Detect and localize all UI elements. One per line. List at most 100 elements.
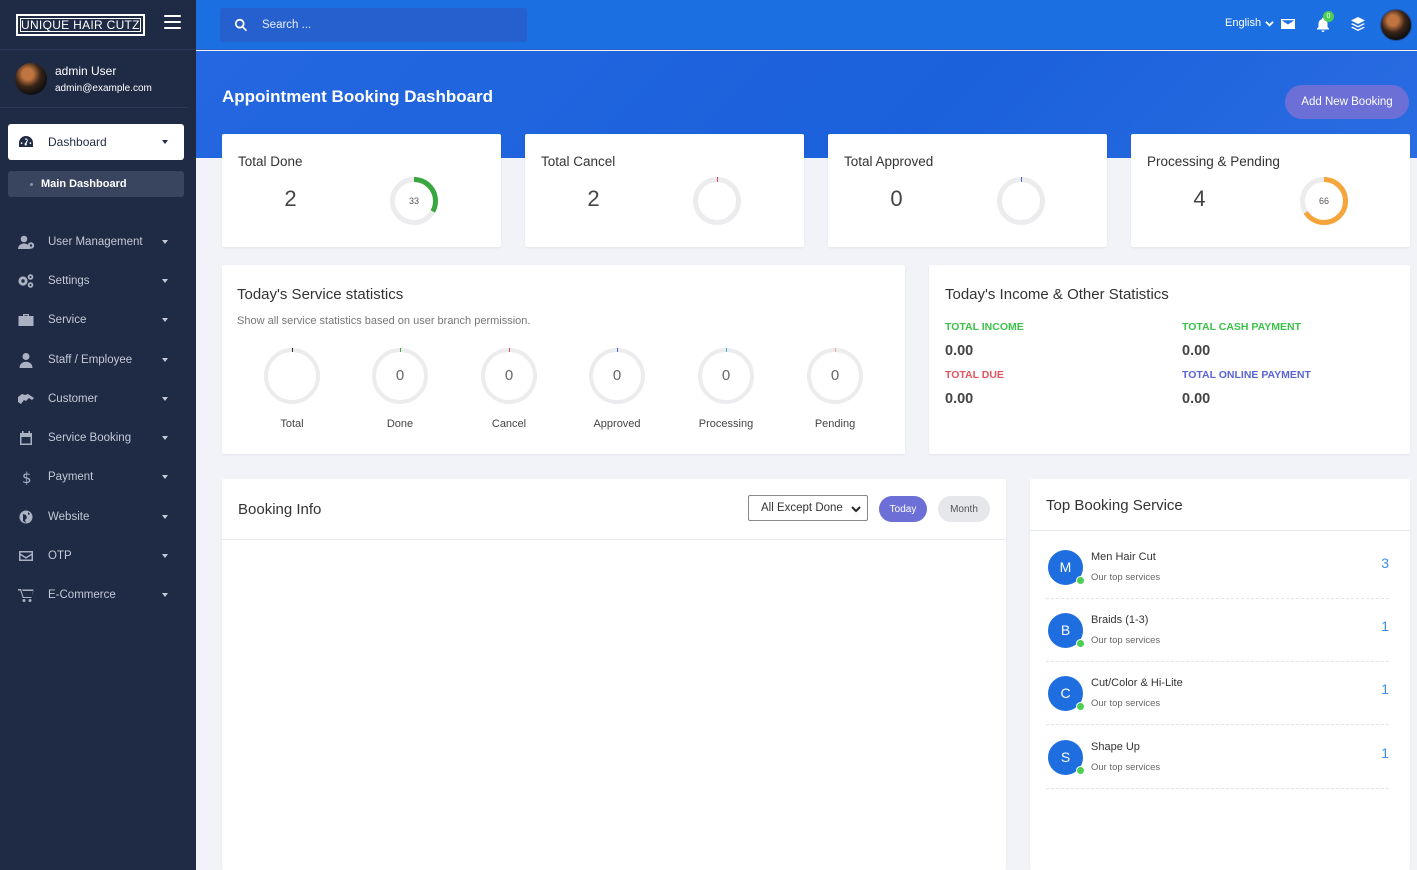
sidebar-item-label: OTP: [48, 550, 72, 563]
add-new-booking-button[interactable]: Add New Booking: [1285, 85, 1409, 119]
booking-filter-value: All Except Done: [761, 502, 843, 514]
sidebar-item-label: Staff / Employee: [48, 353, 133, 366]
mini-ring-value: 0: [612, 367, 622, 384]
sidebar-item-label: Settings: [48, 274, 90, 287]
service-statistics-subtitle: Show all service statistics based on use…: [237, 315, 531, 327]
mail-icon[interactable]: [1280, 16, 1296, 32]
booking-filter-select[interactable]: All Except Done: [748, 495, 868, 521]
sidebar-item-staff-employee[interactable]: Staff / Employee: [0, 340, 196, 379]
sidebar-subitem-label: Main Dashboard: [41, 178, 127, 190]
sidebar-item-service[interactable]: Service: [0, 301, 196, 340]
language-label: English: [1225, 17, 1262, 29]
chevron-down-icon: [162, 239, 168, 244]
chevron-down-icon: [162, 318, 168, 323]
stat-value: 2: [284, 186, 297, 211]
progress-ring-graphic: [264, 348, 320, 404]
total-online-label: TOTAL ONLINE PAYMENT: [1182, 369, 1311, 381]
sidebar-item-website[interactable]: Website: [0, 497, 196, 536]
service-subtitle: Our top services: [1091, 635, 1161, 646]
ring-track: [997, 177, 1045, 225]
mini-ring: 0: [372, 348, 428, 404]
mini-ring-label: Pending: [814, 418, 856, 430]
sidebar-item-user-management[interactable]: User Management: [0, 222, 196, 261]
sidebar-item-label: Service: [48, 314, 87, 327]
chevron-down-icon: [162, 278, 168, 283]
sidebar-item-otp[interactable]: OTP: [0, 536, 196, 575]
list-item[interactable]: M Men Hair Cut Our top services 3: [1046, 536, 1389, 599]
online-status-dot: [1076, 576, 1085, 585]
chevron-down-icon: [162, 436, 168, 441]
service-subtitle: Our top services: [1091, 762, 1161, 773]
language-selector[interactable]: English: [1225, 17, 1274, 29]
chevron-down-icon: [162, 140, 168, 144]
online-status-dot: [1076, 702, 1085, 711]
today-button[interactable]: Today: [879, 496, 927, 522]
chevron-down-icon: [162, 593, 168, 598]
globe-icon: [19, 510, 33, 524]
booking-info-title: Booking Info: [238, 501, 322, 518]
top-navbar: English 0: [196, 0, 1417, 50]
sidebar-item-label: Service Booking: [48, 432, 132, 445]
ring-value: 66: [1318, 196, 1329, 206]
sidebar-item-dashboard[interactable]: Dashboard: [8, 124, 184, 160]
chevron-down-icon: [162, 514, 168, 519]
list-item[interactable]: B Braids (1-3) Our top services 1: [1046, 599, 1389, 662]
service-statistics-title: Today's Service statistics: [237, 286, 404, 303]
mini-ring: 0: [807, 348, 863, 404]
sidebar-item-customer[interactable]: Customer: [0, 379, 196, 418]
profile-avatar[interactable]: [1380, 9, 1412, 41]
stat-card-total-approved: Total Approved 0: [828, 134, 1107, 247]
user-email: admin@example.com: [55, 82, 152, 94]
service-name: Men Hair Cut: [1091, 551, 1156, 563]
total-income-label: TOTAL INCOME: [945, 321, 1024, 333]
list-item[interactable]: S Shape Up Our top services 1: [1046, 726, 1389, 789]
menu-toggle-icon[interactable]: [164, 15, 181, 29]
user-name: admin User: [55, 63, 117, 78]
chevron-down-icon: [162, 475, 168, 480]
sidebar-item-label: Dashboard: [48, 135, 107, 149]
sidebar-item-label: Payment: [48, 471, 94, 484]
service-count: 3: [1381, 555, 1389, 571]
sidebar-item-e-commerce[interactable]: E-Commerce: [0, 576, 196, 615]
stat-card-total-done: Total Done 2 33: [222, 134, 501, 247]
sidebar-item-service-booking[interactable]: Service Booking: [0, 418, 196, 457]
online-status-dot: [1076, 766, 1085, 775]
progress-ring: [997, 177, 1045, 225]
app-logo[interactable]: UNIQUE HAIR CUTZ: [16, 13, 145, 36]
dollar-icon: $: [22, 469, 32, 485]
service-count: 1: [1381, 745, 1389, 761]
sidebar-item-settings[interactable]: Settings: [0, 261, 196, 300]
chevron-down-icon: [1265, 20, 1274, 27]
users-icon: [18, 235, 35, 249]
stat-card-total-cancel: Total Cancel 2: [525, 134, 804, 247]
stat-card-processing-pending: Processing & Pending 4 66: [1131, 134, 1410, 247]
user-profile[interactable]: admin User admin@example.com: [0, 50, 188, 108]
stat-label: Total Approved: [844, 154, 934, 169]
svg-text:$: $: [22, 469, 32, 485]
income-statistics-title: Today's Income & Other Statistics: [945, 286, 1169, 303]
total-cash-label: TOTAL CASH PAYMENT: [1182, 321, 1302, 333]
total-cash-value: 0.00: [1182, 343, 1211, 359]
mini-ring-value: 0: [830, 367, 840, 384]
search-input[interactable]: [262, 19, 482, 31]
progress-ring-graphic: [693, 177, 741, 225]
stat-value: 4: [1193, 186, 1206, 211]
mini-ring-label: Done: [386, 418, 414, 430]
sidebar-item-payment[interactable]: $ Payment: [0, 458, 196, 497]
mini-ring: 0: [481, 348, 537, 404]
stat-label: Processing & Pending: [1147, 154, 1280, 169]
bullet-icon: [30, 182, 33, 186]
mini-ring-label: Processing: [698, 418, 754, 430]
month-button[interactable]: Month: [938, 496, 990, 522]
sidebar-item-label: E-Commerce: [48, 589, 116, 602]
bell-icon[interactable]: 0: [1315, 11, 1334, 32]
search-box[interactable]: [220, 8, 527, 42]
gears-icon: [18, 274, 34, 288]
layers-icon[interactable]: [1350, 16, 1366, 32]
ring-track: [264, 348, 320, 404]
service-count: 1: [1381, 618, 1389, 634]
total-due-value: 0.00: [945, 391, 974, 407]
list-item[interactable]: C Cut/Color & Hi-Lite Our top services 1: [1046, 662, 1389, 725]
mini-ring: 0: [698, 348, 754, 404]
sidebar-subitem-main-dashboard[interactable]: Main Dashboard: [8, 171, 184, 197]
